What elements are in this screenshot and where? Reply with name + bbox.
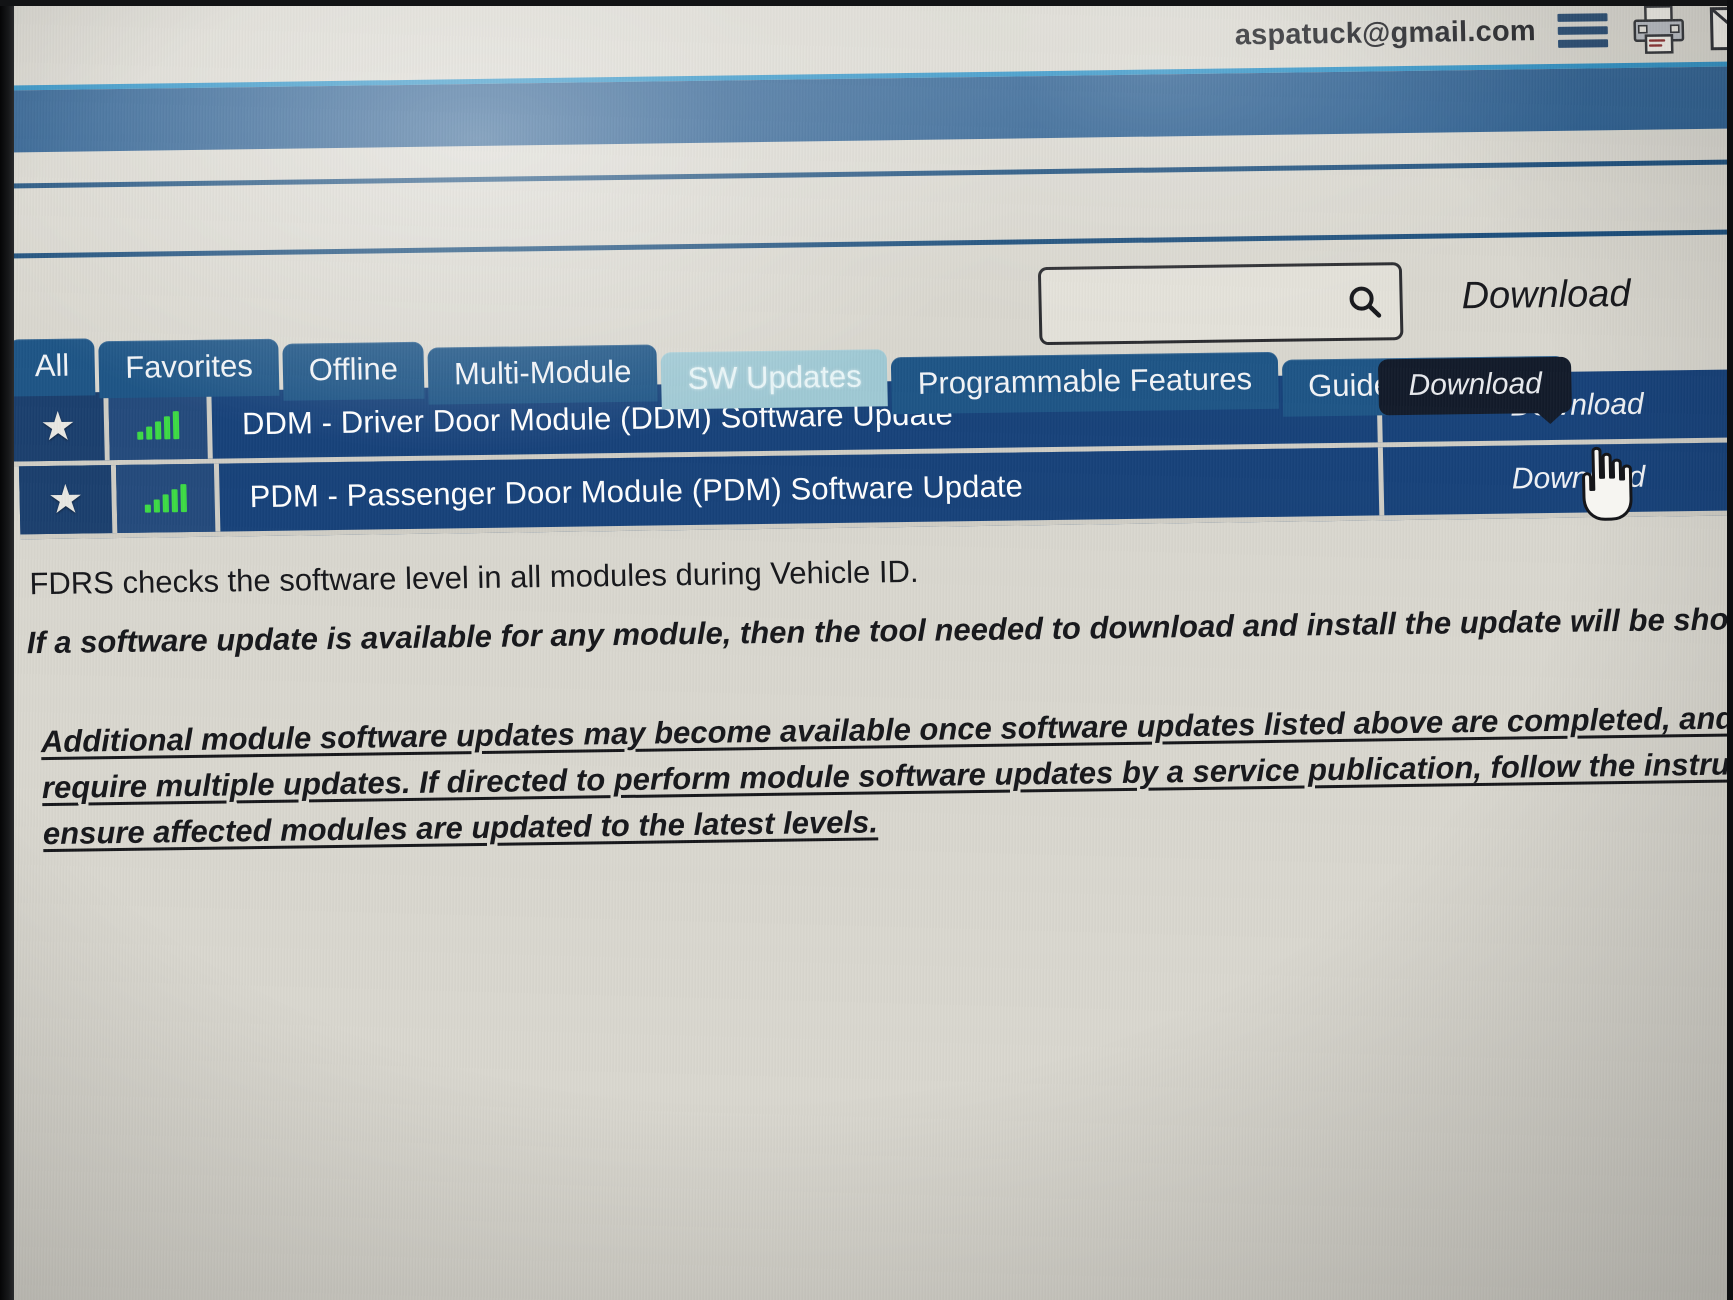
header-rule-2 [0, 228, 1733, 259]
screen-photo: aspatuck@gmail.com Download All Favorite… [0, 0, 1733, 1300]
printer-icon[interactable] [1629, 4, 1688, 55]
tab-strip: All Favorites Offline Multi-Module SW Up… [8, 318, 1569, 417]
hamburger-menu-icon[interactable] [1557, 13, 1609, 48]
download-link[interactable]: Download [1383, 442, 1733, 515]
account-row: aspatuck@gmail.com [1234, 3, 1733, 60]
tab-offline[interactable]: Offline [282, 341, 425, 401]
search-icon[interactable] [1347, 284, 1400, 319]
tab-programmable-features[interactable]: Programmable Features [891, 351, 1279, 414]
favorite-cell[interactable]: ★ [18, 465, 118, 535]
monitor-bezel-top [0, 0, 1733, 6]
info-block: FDRS checks the software level in all mo… [23, 541, 1733, 857]
info-line-2: If a software update is available for an… [26, 599, 1733, 661]
monitor-bezel-left [0, 0, 14, 1300]
tab-all[interactable]: All [8, 338, 96, 397]
download-column-heading: Download [1461, 272, 1632, 318]
star-icon[interactable]: ★ [47, 478, 84, 522]
header-rule-1 [0, 158, 1733, 189]
fdrs-application-window: aspatuck@gmail.com Download All Favorite… [0, 0, 1733, 1300]
info-line-1: FDRS checks the software level in all mo… [29, 553, 919, 602]
monitor-bezel-right [1727, 0, 1733, 1300]
signal-bars-icon [144, 484, 187, 513]
chevron-down-icon [1532, 407, 1569, 425]
signal-cell [115, 463, 221, 534]
account-email: aspatuck@gmail.com [1234, 14, 1537, 51]
favorite-cell[interactable]: ★ [11, 392, 110, 462]
info-note: Additional module software updates may b… [40, 695, 1733, 857]
download-dropdown-button[interactable]: Download [1377, 356, 1573, 416]
star-icon[interactable]: ★ [40, 405, 77, 449]
signal-cell [108, 390, 213, 461]
tab-favorites[interactable]: Favorites [98, 338, 280, 398]
tab-sw-updates[interactable]: SW Updates [661, 349, 889, 409]
header-bar [0, 65, 1733, 153]
tab-multi-module[interactable]: Multi-Module [427, 344, 659, 405]
signal-bars-icon [137, 411, 180, 440]
search-input[interactable] [1041, 286, 1348, 322]
